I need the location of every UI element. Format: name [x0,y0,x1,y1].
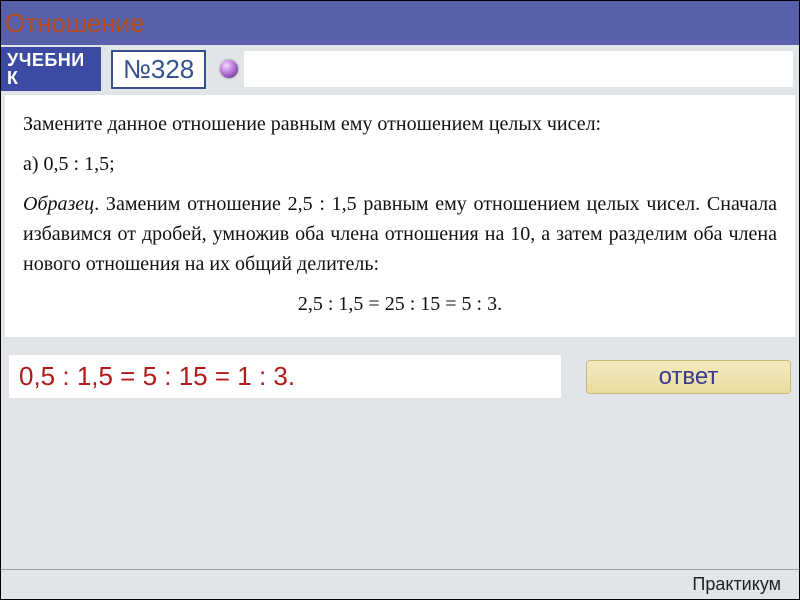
page-title: Отношение [5,8,145,39]
problem-part-a: а) 0,5 : 1,5; [23,149,777,179]
toolbar: УЧЕБНИК №328 [1,45,799,93]
footer: Практикум [1,569,799,599]
worked-equation: 2,5 : 1,5 = 25 : 15 = 5 : 3. [23,289,777,319]
answer-button[interactable]: ответ [586,360,791,394]
problem-panel: Замените данное отношение равным ему отн… [5,95,795,337]
example-label: Образец [23,193,94,215]
problem-example: Образец. Заменим отношение 2,5 : 1,5 рав… [23,189,777,279]
answer-row: 0,5 : 1,5 = 5 : 15 = 1 : 3. ответ [9,355,791,398]
footer-label: Практикум [692,574,781,595]
header-bar: Отношение [1,1,799,45]
example-body: . Заменим отношение 2,5 : 1,5 равным ему… [23,193,777,275]
title-input-bar[interactable] [244,51,793,87]
problem-prompt: Замените данное отношение равным ему отн… [23,109,777,139]
problem-number: №328 [111,50,206,89]
answer-text: 0,5 : 1,5 = 5 : 15 = 1 : 3. [9,355,561,398]
textbook-badge: УЧЕБНИК [1,47,101,91]
record-orb-icon[interactable] [220,60,238,78]
